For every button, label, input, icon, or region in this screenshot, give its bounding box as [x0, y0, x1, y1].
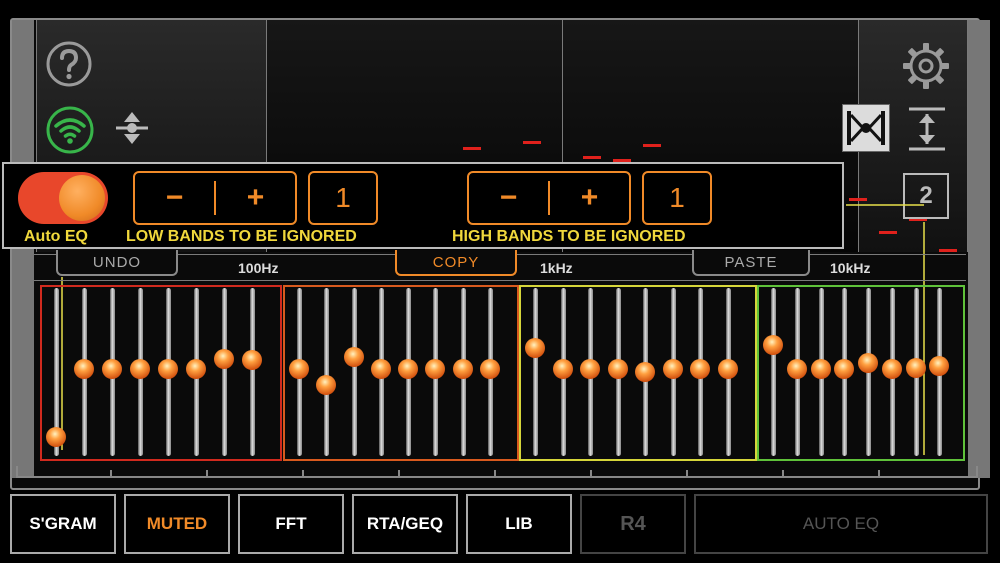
band-slider-knob[interactable]: [635, 362, 655, 382]
low-bands-value: 1: [308, 171, 378, 225]
band-slider-knob[interactable]: [102, 359, 122, 379]
band-slider-knob[interactable]: [46, 427, 66, 447]
band-slider-knob[interactable]: [214, 349, 234, 369]
band-slider-knob[interactable]: [690, 359, 710, 379]
copy-button[interactable]: COPY: [395, 250, 517, 276]
band-slider-knob[interactable]: [663, 359, 683, 379]
band-slider-knob[interactable]: [718, 359, 738, 379]
band-slider-knob[interactable]: [834, 359, 854, 379]
sgram-button[interactable]: S'GRAM: [10, 494, 116, 554]
band-slider-knob[interactable]: [580, 359, 600, 379]
toggle-knob: [59, 175, 105, 221]
ruler-tick: [494, 470, 496, 478]
high-bands-label: HIGH BANDS TO BE IGNORED: [452, 228, 686, 245]
band-slider-track: [771, 288, 776, 456]
ruler-tick: [302, 470, 304, 478]
fft-button[interactable]: FFT: [238, 494, 344, 554]
ruler-tick: [686, 470, 688, 478]
band-slider-knob[interactable]: [186, 359, 206, 379]
band-slider-knob[interactable]: [906, 358, 926, 378]
freq-label-1khz: 1kHz: [540, 260, 573, 276]
high-bands-plus-button[interactable]: +: [548, 181, 629, 215]
r4-button[interactable]: R4: [580, 494, 686, 554]
band-slider-knob[interactable]: [553, 359, 573, 379]
band-slider-knob[interactable]: [480, 359, 500, 379]
band-slider-knob[interactable]: [371, 359, 391, 379]
paste-button[interactable]: PASTE: [692, 250, 810, 276]
ruler-tick: [782, 470, 784, 478]
lib-button[interactable]: LIB: [466, 494, 572, 554]
band-slider-knob[interactable]: [858, 353, 878, 373]
band-slider-knob[interactable]: [787, 359, 807, 379]
band-slider-track: [222, 288, 227, 456]
low-bands-minus-button[interactable]: −: [135, 181, 214, 215]
band-slider-track: [533, 288, 538, 456]
band-slider-knob[interactable]: [882, 359, 902, 379]
frequency-ruler: [16, 466, 978, 478]
band-connector-lines: [61, 204, 925, 455]
band-slider-knob[interactable]: [289, 359, 309, 379]
high-bands-minus-button[interactable]: −: [469, 181, 548, 215]
low-bands-plus-button[interactable]: +: [214, 181, 295, 215]
band-slider-track: [324, 288, 329, 456]
band-slider-knob[interactable]: [763, 335, 783, 355]
low-bands-stepper: − +: [133, 171, 297, 225]
bands-top-divider: [34, 280, 966, 281]
ruler-tick: [206, 470, 208, 478]
band-slider-knob[interactable]: [525, 338, 545, 358]
band-slider-knob[interactable]: [811, 359, 831, 379]
ruler-tick: [590, 470, 592, 478]
auto-eq-button[interactable]: AUTO EQ: [694, 494, 988, 554]
band-slider-knob[interactable]: [130, 359, 150, 379]
low-bands-label: LOW BANDS TO BE IGNORED: [126, 228, 357, 245]
band-slider-track: [352, 288, 357, 456]
high-bands-value: 1: [642, 171, 712, 225]
undo-button[interactable]: UNDO: [56, 250, 178, 276]
band-slider-knob[interactable]: [608, 359, 628, 379]
band-slider-knob[interactable]: [74, 359, 94, 379]
band-slider-knob[interactable]: [344, 347, 364, 367]
ruler-tick: [110, 470, 112, 478]
band-slider-knob[interactable]: [453, 359, 473, 379]
band-slider-knob[interactable]: [316, 375, 336, 395]
high-bands-stepper: − +: [467, 171, 631, 225]
ruler-tick: [878, 470, 880, 478]
muted-button[interactable]: MUTED: [124, 494, 230, 554]
band-slider-knob[interactable]: [398, 359, 418, 379]
rta-geq-button[interactable]: RTA/GEQ: [352, 494, 458, 554]
freq-label-100hz: 100Hz: [238, 260, 279, 276]
band-slider-knob[interactable]: [929, 356, 949, 376]
band-slider-knob[interactable]: [158, 359, 178, 379]
band-slider-track: [250, 288, 255, 456]
auto-eq-label: Auto EQ: [24, 228, 88, 245]
auto-eq-toggle[interactable]: [18, 172, 108, 224]
freq-label-10khz: 10kHz: [830, 260, 871, 276]
band-slider-knob[interactable]: [425, 359, 445, 379]
band-slider-knob[interactable]: [242, 350, 262, 370]
ruler-tick: [398, 470, 400, 478]
